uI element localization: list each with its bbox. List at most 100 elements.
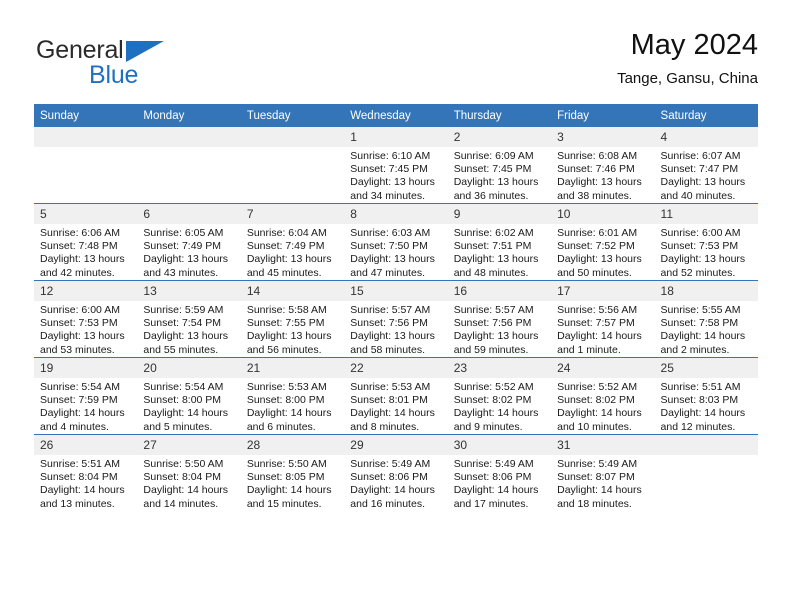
calendar-day-cell-empty bbox=[34, 127, 138, 204]
day-daylight-line1-text: Daylight: 13 hours bbox=[350, 330, 435, 343]
calendar-day-cell[interactable]: 29 Sunrise: 5:49 AM Sunset: 8:06 PM Dayligh… bbox=[344, 434, 448, 511]
day-daylight-line1-text: Daylight: 13 hours bbox=[557, 176, 642, 189]
day-details: Sunrise: 5:53 AM Sunset: 8:01 PM Daylight:… bbox=[344, 378, 447, 434]
calendar-day-cell[interactable]: 26 Sunrise: 5:51 AM Sunset: 8:04 PM Dayligh… bbox=[34, 434, 138, 511]
day-number bbox=[654, 435, 758, 455]
day-sunrise-text: Sunrise: 5:58 AM bbox=[246, 304, 327, 316]
day-sunrise-text: Sunrise: 5:50 AM bbox=[246, 458, 327, 470]
day-daylight-line1-text: Daylight: 14 hours bbox=[453, 484, 539, 497]
calendar-day-cell[interactable]: 3 Sunrise: 6:08 AM Sunset: 7:46 PM Daylight… bbox=[551, 127, 655, 204]
day-daylight-line1-text: Daylight: 13 hours bbox=[246, 253, 332, 266]
day-daylight-line1-text: Daylight: 13 hours bbox=[350, 176, 435, 189]
day-daylight-line1-text: Daylight: 14 hours bbox=[40, 484, 125, 497]
calendar-day-cell[interactable]: 31 Sunrise: 5:49 AM Sunset: 8:07 PM Dayligh… bbox=[551, 434, 655, 511]
calendar-week-row: 12 Sunrise: 6:00 AM Sunset: 7:53 PM Dayligh… bbox=[34, 280, 758, 358]
calendar-day-cell[interactable]: 2 Sunrise: 6:09 AM Sunset: 7:45 PM Daylight… bbox=[447, 127, 552, 204]
calendar-day-cell[interactable]: 21 Sunrise: 5:53 AM Sunset: 8:00 PM Dayligh… bbox=[240, 357, 345, 435]
day-daylight-line1-text: Daylight: 13 hours bbox=[453, 253, 539, 266]
day-daylight-line2-text: and 5 minutes. bbox=[143, 420, 213, 433]
calendar-body: 1 Sunrise: 6:10 AM Sunset: 7:45 PM Daylight… bbox=[34, 127, 758, 511]
day-details: Sunrise: 6:04 AM Sunset: 7:49 PM Daylight:… bbox=[241, 224, 344, 280]
day-details: Sunrise: 6:02 AM Sunset: 7:51 PM Daylight:… bbox=[448, 224, 551, 280]
day-number: 4 bbox=[654, 127, 758, 147]
calendar-day-cell[interactable]: 13 Sunrise: 5:59 AM Sunset: 7:54 PM Dayligh… bbox=[137, 280, 241, 358]
day-sunset-text: Sunset: 7:46 PM bbox=[557, 163, 635, 176]
day-number: 16 bbox=[447, 281, 552, 301]
day-daylight-line1-text: Daylight: 13 hours bbox=[143, 253, 229, 266]
day-sunrise-text: Sunrise: 6:00 AM bbox=[660, 227, 741, 239]
calendar-day-cell[interactable]: 30 Sunrise: 5:49 AM Sunset: 8:06 PM Dayligh… bbox=[447, 434, 552, 511]
day-daylight-line2-text: and 40 minutes. bbox=[660, 189, 736, 202]
calendar-day-cell[interactable]: 5 Sunrise: 6:06 AM Sunset: 7:48 PM Daylight… bbox=[34, 203, 138, 281]
calendar-day-cell[interactable]: 20 Sunrise: 5:54 AM Sunset: 8:00 PM Dayligh… bbox=[137, 357, 241, 435]
day-sunset-text: Sunset: 8:05 PM bbox=[246, 471, 325, 484]
brand-name-blue: Blue bbox=[89, 61, 139, 89]
calendar-day-cell[interactable]: 12 Sunrise: 6:00 AM Sunset: 7:53 PM Dayligh… bbox=[34, 280, 138, 358]
day-daylight-line2-text: and 47 minutes. bbox=[350, 266, 425, 279]
day-daylight-line1-text: Daylight: 14 hours bbox=[40, 407, 125, 420]
calendar-day-cell[interactable]: 15 Sunrise: 5:57 AM Sunset: 7:56 PM Dayligh… bbox=[344, 280, 448, 358]
day-daylight-line2-text: and 50 minutes. bbox=[557, 266, 632, 279]
day-daylight-line2-text: and 48 minutes. bbox=[453, 266, 529, 279]
day-daylight-line1-text: Daylight: 14 hours bbox=[246, 484, 332, 497]
day-daylight-line2-text: and 18 minutes. bbox=[557, 497, 632, 510]
day-number: 7 bbox=[240, 204, 345, 224]
day-details: Sunrise: 5:51 AM Sunset: 8:04 PM Daylight:… bbox=[34, 455, 137, 511]
calendar-day-cell[interactable]: 17 Sunrise: 5:56 AM Sunset: 7:57 PM Dayligh… bbox=[551, 280, 655, 358]
day-sunset-text: Sunset: 7:54 PM bbox=[143, 317, 222, 330]
day-details: Sunrise: 6:06 AM Sunset: 7:48 PM Daylight:… bbox=[34, 224, 137, 280]
day-sunrise-text: Sunrise: 6:03 AM bbox=[350, 227, 431, 239]
day-sunrise-text: Sunrise: 5:54 AM bbox=[40, 381, 120, 393]
calendar-day-cell[interactable]: 24 Sunrise: 5:52 AM Sunset: 8:02 PM Dayligh… bbox=[551, 357, 655, 435]
day-number: 26 bbox=[34, 435, 138, 455]
calendar-day-cell[interactable]: 6 Sunrise: 6:05 AM Sunset: 7:49 PM Daylight… bbox=[137, 203, 241, 281]
day-daylight-line2-text: and 17 minutes. bbox=[453, 497, 529, 510]
day-number: 10 bbox=[551, 204, 655, 224]
day-number: 5 bbox=[34, 204, 138, 224]
day-number: 13 bbox=[137, 281, 241, 301]
day-daylight-line2-text: and 58 minutes. bbox=[350, 343, 425, 356]
day-sunset-text: Sunset: 8:02 PM bbox=[453, 394, 532, 407]
day-daylight-line1-text: Daylight: 13 hours bbox=[40, 253, 125, 266]
day-details: Sunrise: 5:52 AM Sunset: 8:02 PM Daylight:… bbox=[448, 378, 551, 434]
day-sunrise-text: Sunrise: 6:00 AM bbox=[40, 304, 120, 316]
day-sunset-text: Sunset: 8:00 PM bbox=[246, 394, 325, 407]
day-sunrise-text: Sunrise: 5:57 AM bbox=[453, 304, 534, 316]
calendar-day-cell[interactable]: 25 Sunrise: 5:51 AM Sunset: 8:03 PM Dayligh… bbox=[654, 357, 758, 435]
day-sunset-text: Sunset: 8:04 PM bbox=[40, 471, 118, 484]
day-details: Sunrise: 5:49 AM Sunset: 8:06 PM Daylight:… bbox=[344, 455, 447, 511]
day-sunset-text: Sunset: 7:49 PM bbox=[143, 240, 222, 253]
day-number: 15 bbox=[344, 281, 448, 301]
calendar-day-cell[interactable]: 8 Sunrise: 6:03 AM Sunset: 7:50 PM Daylight… bbox=[344, 203, 448, 281]
calendar-day-cell[interactable]: 23 Sunrise: 5:52 AM Sunset: 8:02 PM Dayligh… bbox=[447, 357, 552, 435]
day-sunrise-text: Sunrise: 6:09 AM bbox=[453, 150, 534, 162]
calendar-day-cell[interactable]: 10 Sunrise: 6:01 AM Sunset: 7:52 PM Dayligh… bbox=[551, 203, 655, 281]
calendar-day-cell[interactable]: 1 Sunrise: 6:10 AM Sunset: 7:45 PM Daylight… bbox=[344, 127, 448, 204]
calendar-day-cell[interactable]: 18 Sunrise: 5:55 AM Sunset: 7:58 PM Dayligh… bbox=[654, 280, 758, 358]
calendar-day-cell[interactable]: 9 Sunrise: 6:02 AM Sunset: 7:51 PM Daylight… bbox=[447, 203, 552, 281]
weekday-header-thursday: Thursday bbox=[447, 104, 552, 127]
day-daylight-line2-text: and 2 minutes. bbox=[660, 343, 730, 356]
day-number: 17 bbox=[551, 281, 655, 301]
day-daylight-line2-text: and 10 minutes. bbox=[557, 420, 632, 433]
day-daylight-line2-text: and 1 minute. bbox=[557, 343, 621, 356]
day-details: Sunrise: 5:49 AM Sunset: 8:06 PM Daylight:… bbox=[448, 455, 551, 511]
day-sunrise-text: Sunrise: 5:49 AM bbox=[557, 458, 638, 470]
calendar-day-cell[interactable]: 27 Sunrise: 5:50 AM Sunset: 8:04 PM Dayligh… bbox=[137, 434, 241, 511]
calendar-day-cell[interactable]: 16 Sunrise: 5:57 AM Sunset: 7:56 PM Dayligh… bbox=[447, 280, 552, 358]
calendar-day-cell[interactable]: 19 Sunrise: 5:54 AM Sunset: 7:59 PM Dayligh… bbox=[34, 357, 138, 435]
calendar-day-cell-empty bbox=[654, 434, 758, 511]
calendar-day-cell[interactable]: 4 Sunrise: 6:07 AM Sunset: 7:47 PM Daylight… bbox=[654, 127, 758, 204]
day-details: Sunrise: 5:58 AM Sunset: 7:55 PM Daylight:… bbox=[241, 301, 344, 357]
calendar-day-cell[interactable]: 14 Sunrise: 5:58 AM Sunset: 7:55 PM Dayligh… bbox=[240, 280, 345, 358]
calendar-day-cell[interactable]: 28 Sunrise: 5:50 AM Sunset: 8:05 PM Dayligh… bbox=[240, 434, 345, 511]
day-details: Sunrise: 6:08 AM Sunset: 7:46 PM Daylight:… bbox=[551, 147, 654, 203]
day-daylight-line2-text: and 56 minutes. bbox=[246, 343, 322, 356]
day-number: 18 bbox=[654, 281, 758, 301]
calendar-day-cell[interactable]: 11 Sunrise: 6:00 AM Sunset: 7:53 PM Dayligh… bbox=[654, 203, 758, 281]
day-daylight-line2-text: and 4 minutes. bbox=[40, 420, 109, 433]
calendar-day-cell[interactable]: 22 Sunrise: 5:53 AM Sunset: 8:01 PM Dayligh… bbox=[344, 357, 448, 435]
brand-logo[interactable]: General Blue bbox=[34, 28, 294, 89]
day-sunset-text: Sunset: 8:06 PM bbox=[350, 471, 428, 484]
calendar-day-cell[interactable]: 7 Sunrise: 6:04 AM Sunset: 7:49 PM Daylight… bbox=[240, 203, 345, 281]
